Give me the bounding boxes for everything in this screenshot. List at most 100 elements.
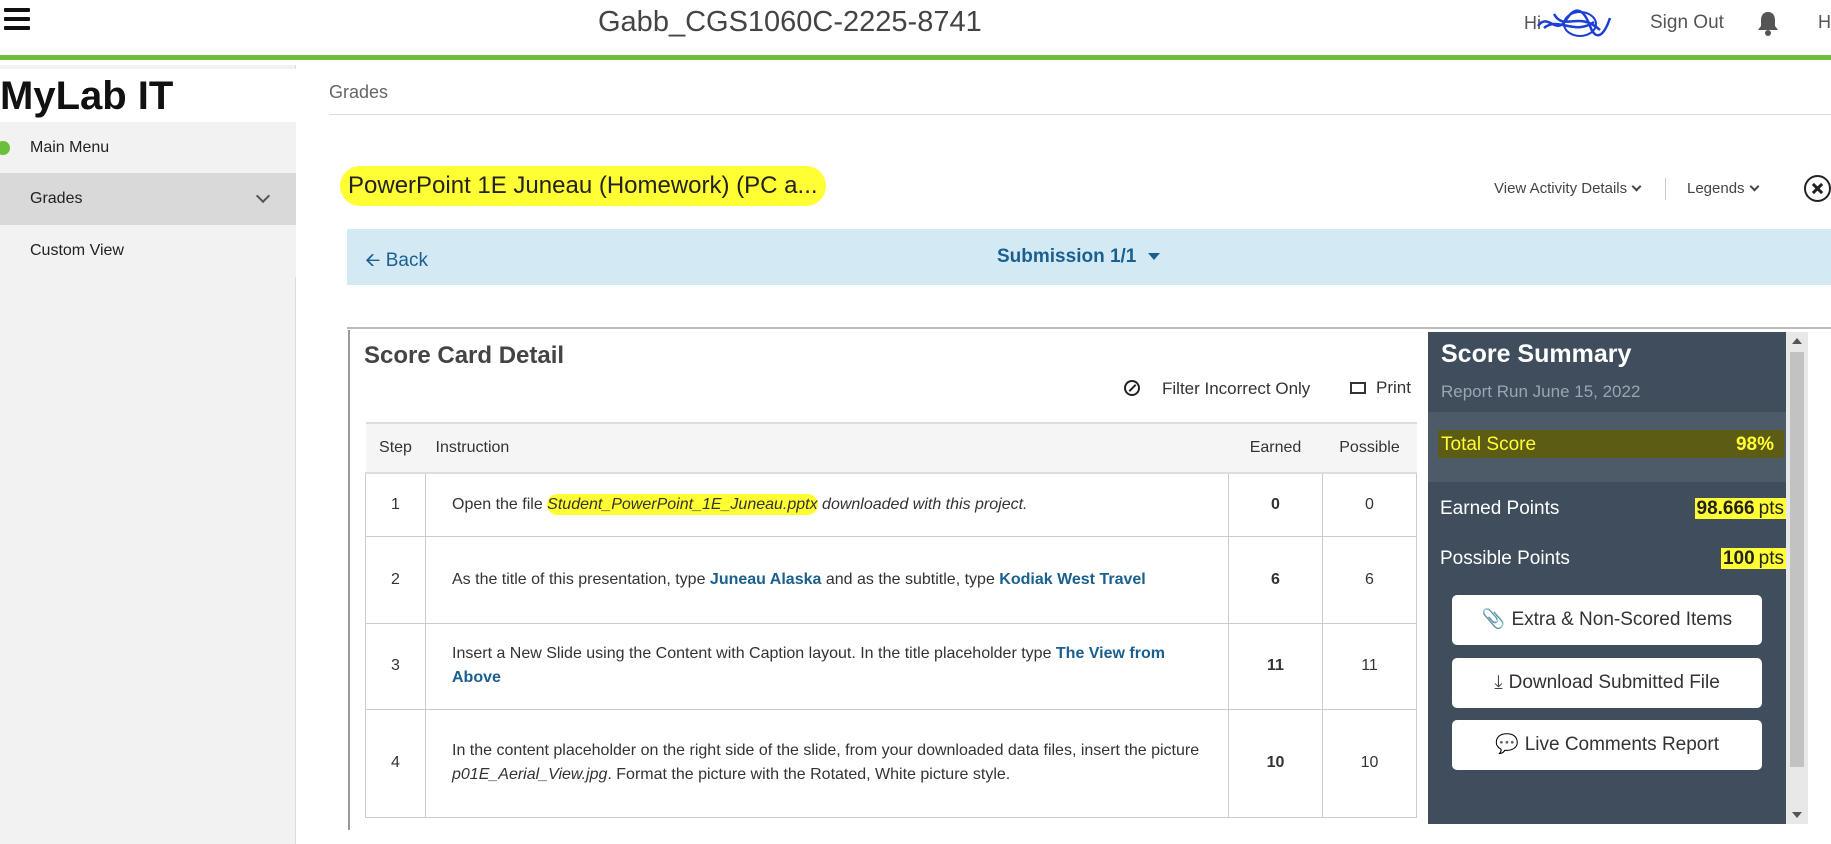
earned-value: 10: [1228, 708, 1323, 818]
table-row: 4 In the content placeholder on the righ…: [365, 708, 1417, 818]
view-activity-details-dropdown[interactable]: View Activity Details: [1494, 180, 1642, 197]
close-icon[interactable]: [1804, 175, 1831, 202]
ban-icon: [1124, 380, 1140, 396]
bold-value: Juneau Alaska: [709, 570, 822, 588]
score-table: Step Instruction Earned Possible 1 Open …: [365, 422, 1417, 818]
breadcrumb[interactable]: Grades: [329, 82, 388, 103]
scrollbar[interactable]: [1786, 332, 1808, 824]
earned-value: 0: [1228, 472, 1323, 537]
print-label: Print: [1376, 378, 1411, 397]
view-details-label: View Activity Details: [1494, 180, 1628, 197]
extra-items-button[interactable]: 📎 Extra & Non-Scored Items: [1452, 595, 1762, 645]
button-label: Live Comments Report: [1524, 734, 1719, 755]
scroll-thumb[interactable]: [1790, 352, 1804, 767]
download-file-button[interactable]: ⤓ Download Submitted File: [1452, 658, 1762, 708]
header-cut-text: H: [1818, 12, 1831, 32]
table-row: 1 Open the file Student_PowerPoint_1E_Ju…: [365, 472, 1417, 537]
possible-value: 6: [1322, 535, 1417, 624]
download-icon: ⤓: [1494, 672, 1503, 693]
earned-value: 11: [1228, 622, 1323, 710]
score-card-title: Score Card Detail: [364, 342, 565, 369]
legends-dropdown[interactable]: Legends: [1687, 180, 1760, 197]
paperclip-icon: 📎: [1481, 609, 1506, 630]
back-arrow-icon: [0, 141, 10, 155]
column-header: Instruction: [425, 422, 1229, 474]
chevron-down-icon: [255, 188, 271, 204]
submission-selector[interactable]: Submission 1/1: [997, 246, 1161, 268]
table-row: 3 Insert a New Slide using the Content w…: [365, 622, 1417, 710]
instruction-text: . Format the picture with the Rotated, W…: [607, 766, 1011, 783]
sidebar-item-grades[interactable]: Grades: [0, 173, 296, 225]
legends-label: Legends: [1687, 180, 1745, 197]
chevron-down-icon: [1749, 181, 1760, 192]
column-header: Step: [365, 422, 426, 474]
caret-down-icon: [1148, 253, 1161, 260]
back-button[interactable]: 🡨 Back: [365, 246, 428, 278]
total-score-value: 98%: [1735, 434, 1774, 455]
live-comments-button[interactable]: 💬 Live Comments Report: [1452, 720, 1762, 770]
step-number: 3: [365, 622, 426, 710]
instruction-text: As the title of this presentation, type: [452, 570, 710, 588]
possible-points-label: Possible Points: [1440, 548, 1570, 569]
button-label: Download Submitted File: [1508, 672, 1720, 693]
instruction-text: and as the subtitle, type: [821, 570, 1000, 588]
earned-points-row: Earned Points 98.666 pts: [1440, 498, 1786, 520]
score-summary-panel: Score Summary Report Run June 15, 2022 T…: [1428, 332, 1808, 824]
comments-icon: 💬: [1495, 734, 1519, 755]
step-number: 4: [365, 708, 426, 818]
table-row: 2 As the title of this presentation, typ…: [365, 535, 1417, 624]
divider: [329, 114, 1831, 115]
instruction-text: In the content placeholder on the right …: [452, 742, 1200, 759]
divider: [1665, 178, 1666, 200]
instruction-cell: In the content placeholder on the right …: [425, 708, 1229, 818]
hamburger-menu-icon[interactable]: [4, 8, 34, 32]
filter-incorrect-button[interactable]: Filter Incorrect Only: [1124, 378, 1310, 399]
submission-bar: 🡨 Back Submission 1/1: [347, 229, 1831, 285]
back-label: Back: [385, 250, 428, 271]
arrow-left-icon: 🡨: [365, 250, 381, 271]
bell-icon[interactable]: [1756, 10, 1780, 36]
page-title: PowerPoint 1E Juneau (Homework) (PC a...: [340, 166, 826, 206]
instruction-cell: Open the file Student_PowerPoint_1E_June…: [425, 472, 1229, 537]
sign-out-link[interactable]: Sign Out: [1650, 12, 1724, 34]
sidebar-item-main-menu[interactable]: Main Menu: [0, 122, 296, 174]
earned-points-label: Earned Points: [1440, 498, 1560, 519]
filter-label: Filter Incorrect Only: [1162, 379, 1311, 398]
sidebar: MyLab IT Main Menu Grades Custom View: [0, 65, 296, 844]
scroll-up-icon[interactable]: [1792, 338, 1802, 344]
instruction-cell: Insert a New Slide using the Content wit…: [425, 622, 1229, 710]
column-header: Possible: [1322, 422, 1417, 474]
printer-icon: [1350, 382, 1366, 394]
possible-value: 11: [1322, 622, 1417, 710]
button-label: Extra & Non-Scored Items: [1511, 609, 1733, 630]
divider: [347, 327, 1831, 329]
course-title: Gabb_CGS1060C-2225-8741: [598, 6, 982, 38]
scroll-down-icon[interactable]: [1792, 812, 1802, 818]
column-header: Earned: [1228, 422, 1323, 474]
possible-value: 10: [1322, 708, 1417, 818]
instruction-text: Open the file: [452, 495, 548, 513]
submission-label: Submission 1/1: [997, 246, 1137, 267]
instruction-text: downloaded with this project.: [817, 495, 1028, 513]
possible-points-value: 100: [1720, 548, 1757, 569]
sidebar-item-label: Custom View: [30, 242, 124, 259]
sidebar-item-label: Main Menu: [30, 139, 110, 156]
brand-logo: MyLab IT: [0, 69, 296, 124]
score-summary-title: Score Summary: [1441, 340, 1632, 368]
total-score-label: Total Score: [1441, 434, 1537, 455]
score-card: Score Card Detail Filter Incorrect Only …: [348, 330, 1430, 830]
redaction-scribble: [1536, 9, 1612, 37]
report-run-date: Report Run June 15, 2022: [1441, 382, 1641, 401]
instruction-text: Insert a New Slide using the Content wit…: [452, 645, 1056, 662]
instruction-cell: As the title of this presentation, type …: [425, 535, 1229, 624]
chevron-down-icon: [1631, 181, 1642, 192]
step-number: 1: [365, 472, 426, 537]
earned-value: 6: [1228, 535, 1323, 624]
print-button[interactable]: Print: [1350, 378, 1411, 398]
sidebar-item-custom-view[interactable]: Custom View: [0, 225, 296, 277]
points-unit: pts: [1756, 498, 1786, 519]
possible-points-row: Possible Points 100 pts: [1440, 548, 1786, 570]
bold-value: Kodiak West Travel: [999, 570, 1146, 588]
earned-points-value: 98.666: [1694, 498, 1757, 519]
step-number: 2: [365, 535, 426, 624]
